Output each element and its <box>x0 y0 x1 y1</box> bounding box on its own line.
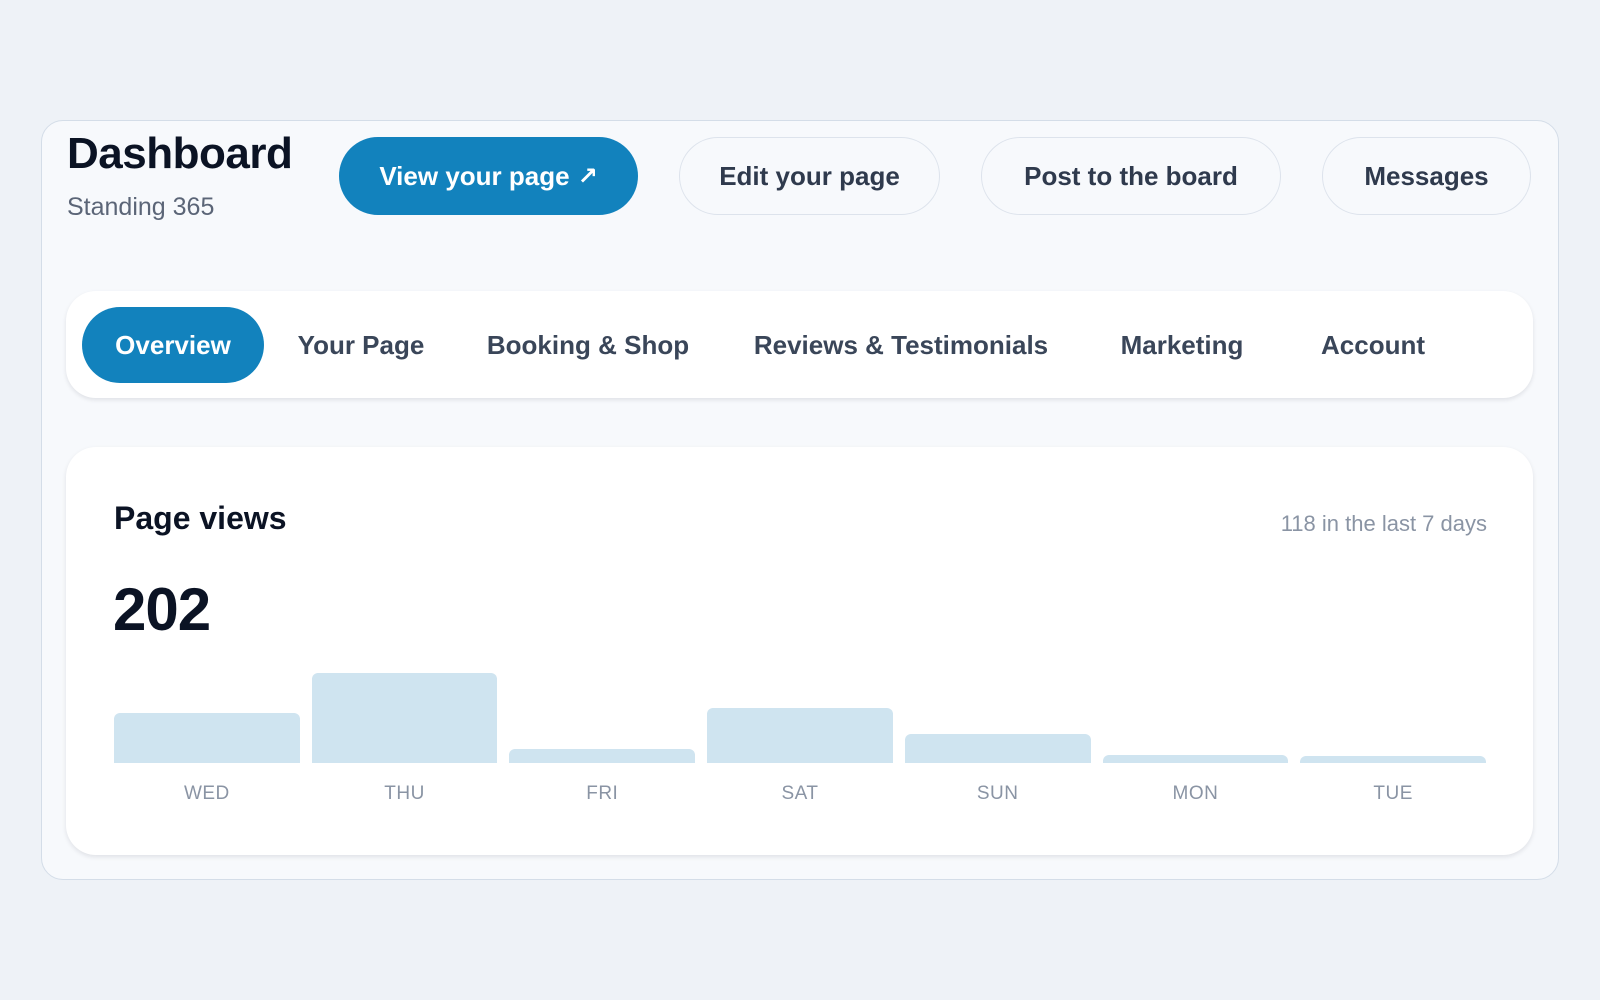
messages-button[interactable]: Messages <box>1322 137 1531 215</box>
tab-label: Marketing <box>1120 329 1244 360</box>
view-your-page-label: View your page <box>379 160 570 191</box>
tab-reviews-testimonials[interactable]: Reviews & Testimonials <box>742 307 1060 383</box>
view-your-page-button[interactable]: View your page ↗ <box>339 137 638 215</box>
x-tick-label-thu: THU <box>384 783 425 804</box>
post-to-board-button[interactable]: Post to the board <box>981 137 1281 215</box>
page-subtitle: Standing 365 <box>67 193 215 221</box>
tab-booking-shop[interactable]: Booking & Shop <box>476 307 700 383</box>
tab-label: Your Page <box>297 329 425 360</box>
dashboard-panel: Dashboard Standing 365 View your page ↗ … <box>41 120 1559 880</box>
chart-bars <box>114 663 1486 763</box>
tab-bar: Overview Your Page Booking & Shop Review… <box>66 291 1533 398</box>
page-title: Dashboard <box>67 129 293 178</box>
x-tick-label-tue: TUE <box>1373 783 1413 804</box>
tab-label: Account <box>1321 329 1425 360</box>
page-views-chart: WED THU FRI SAT SUN MON TUE <box>114 663 1486 804</box>
page-views-summary: 118 in the last 7 days <box>1280 511 1487 536</box>
tab-label: Reviews & Testimonials <box>753 329 1049 360</box>
bar-thu <box>311 672 498 763</box>
bar-tue <box>1300 755 1486 763</box>
bar-wed <box>114 713 300 763</box>
x-tick-label-wed: WED <box>183 783 230 804</box>
tab-your-page[interactable]: Your Page <box>284 307 438 383</box>
edit-your-page-label: Edit your page <box>719 160 900 191</box>
tab-marketing[interactable]: Marketing <box>1100 307 1264 383</box>
x-tick-label-fri: FRI <box>586 783 619 804</box>
x-tick-label-sun: SUN <box>976 783 1019 804</box>
bar-fri <box>509 748 696 763</box>
tab-account[interactable]: Account <box>1300 307 1446 383</box>
bar-mon <box>1102 754 1289 763</box>
bar-sat <box>707 707 893 763</box>
x-tick-label-mon: MON <box>1172 783 1219 804</box>
page-views-title: Page views <box>114 500 287 536</box>
edit-your-page-button[interactable]: Edit your page <box>679 137 940 215</box>
external-link-icon: ↗ <box>577 162 598 190</box>
x-tick-label-sat: SAT <box>781 783 819 804</box>
page-views-total: 202 <box>113 576 211 643</box>
post-to-board-label: Post to the board <box>1024 160 1238 191</box>
tab-overview[interactable]: Overview <box>82 307 264 383</box>
tab-label: Overview <box>115 329 231 360</box>
messages-label: Messages <box>1364 160 1489 191</box>
tab-label: Booking & Shop <box>486 329 690 360</box>
page-views-card: Page views 118 in the last 7 days 202 WE… <box>66 447 1533 855</box>
bar-sun <box>904 733 1091 763</box>
